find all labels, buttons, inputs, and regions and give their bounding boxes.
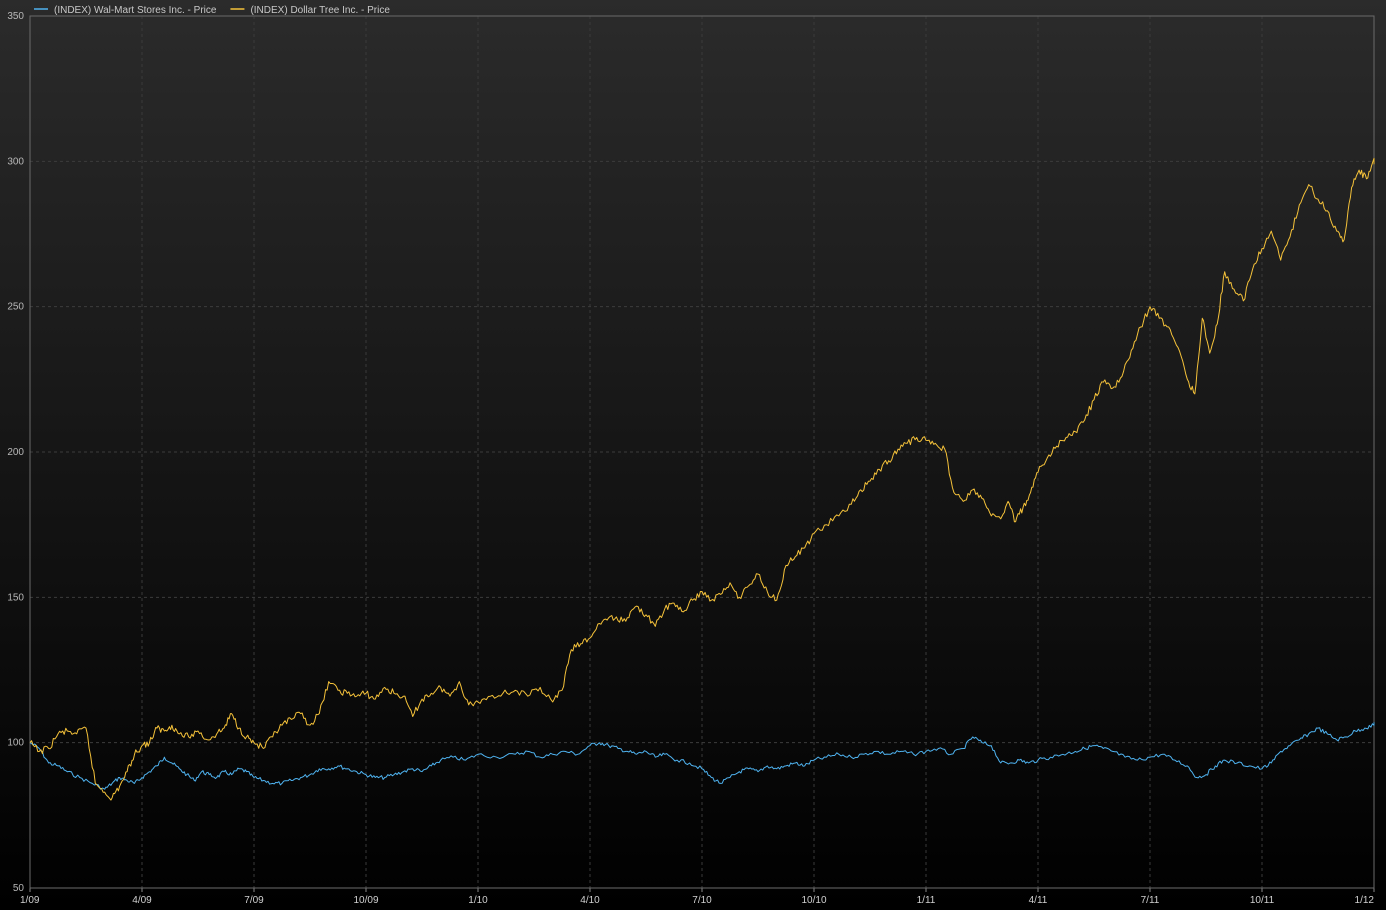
chart-container: 50 100 150 200 250 300 350 1/09 4/09 7/09 10/09 1/1… (0, 0, 1386, 910)
y-tick-label: 100 (7, 738, 24, 749)
x-tick-label: 1/10 (468, 895, 488, 906)
x-tick-label: 10/11 (1250, 895, 1275, 906)
y-tick-label: 50 (13, 883, 25, 894)
y-tick-label: 150 (7, 592, 24, 603)
x-tick-label: 7/11 (1141, 895, 1160, 906)
legend-label-1: (INDEX) Dollar Tree Inc. - Price (250, 5, 390, 16)
x-tick-label: 7/10 (692, 895, 712, 906)
legend: (INDEX) Wal-Mart Stores Inc. - Price (IND… (34, 5, 390, 16)
legend-label-0: (INDEX) Wal-Mart Stores Inc. - Price (54, 5, 217, 16)
x-tick-label: 4/11 (1029, 895, 1048, 906)
x-tick-label: 4/10 (580, 895, 600, 906)
x-tick-label: 1/09 (20, 895, 40, 906)
x-tick-label: 7/09 (244, 895, 264, 906)
y-tick-label: 250 (7, 302, 24, 313)
x-tick-label: 1/12 (1355, 895, 1375, 906)
y-tick-label: 350 (7, 11, 24, 22)
y-tick-label: 200 (7, 447, 24, 458)
x-tick-label: 10/10 (801, 895, 826, 906)
price-index-chart: 50 100 150 200 250 300 350 1/09 4/09 7/09 10/09 1/1… (0, 0, 1386, 910)
x-tick-label: 4/09 (132, 895, 152, 906)
y-tick-label: 300 (7, 156, 24, 167)
x-tick-label: 10/09 (353, 895, 378, 906)
chart-background (0, 0, 1386, 910)
x-tick-label: 1/11 (917, 895, 936, 906)
